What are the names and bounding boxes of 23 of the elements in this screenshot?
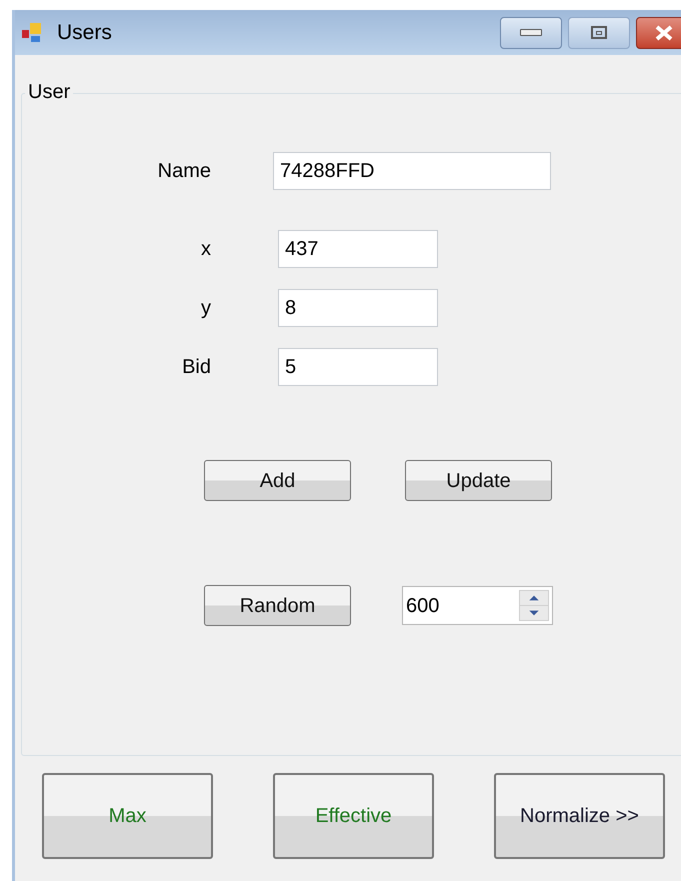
number-spinner[interactable]: 600 [402, 586, 553, 625]
spin-up-icon[interactable] [520, 591, 548, 605]
window-title: Users [57, 20, 112, 46]
field-label: Name [156, 159, 211, 184]
command-button[interactable]: Max [42, 773, 213, 859]
text-field[interactable]: 5 [278, 348, 438, 386]
text-field[interactable]: 74288FFD [273, 152, 551, 190]
text-field[interactable]: 8 [278, 289, 438, 327]
minimize-button[interactable] [500, 16, 562, 48]
action-button[interactable]: Update [405, 460, 552, 501]
command-button[interactable]: Normalize >> [494, 773, 665, 859]
text-field[interactable]: 437 [278, 230, 438, 268]
field-label: y [200, 296, 211, 321]
spin-down-icon[interactable] [520, 605, 548, 620]
random-button[interactable]: Random [204, 585, 351, 626]
action-button[interactable]: Add [204, 460, 351, 501]
spinner-value: 600 [405, 594, 440, 618]
maximize-button[interactable] [568, 16, 630, 48]
close-button[interactable] [636, 16, 681, 48]
close-icon [654, 24, 674, 40]
field-label: Bid [181, 355, 211, 380]
command-button[interactable]: Effective [273, 773, 434, 859]
field-label: x [200, 237, 211, 262]
